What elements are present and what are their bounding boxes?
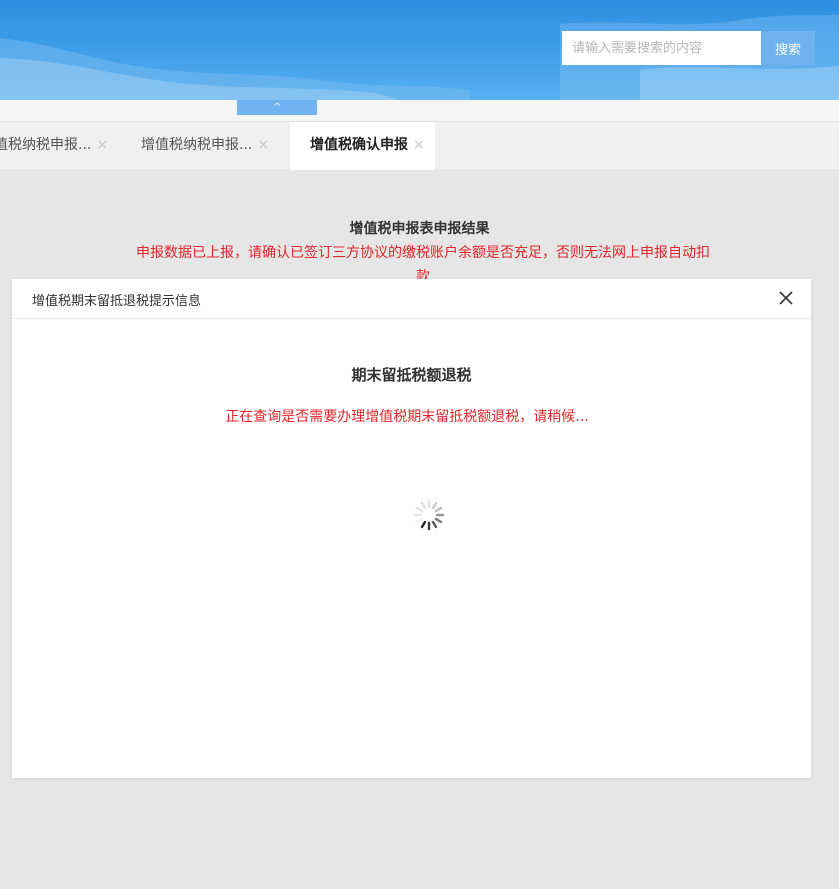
dialog-header: 增值税期末留抵退税提示信息 (12, 279, 811, 319)
result-title: 增值税申报表申报结果 (349, 221, 490, 237)
loading-spinner-icon (411, 497, 447, 533)
search-bar: 搜索 (562, 31, 815, 65)
tab-label: 值税纳税申报... (0, 137, 92, 153)
search-input[interactable] (562, 31, 761, 65)
tab-close-icon[interactable]: × (96, 137, 108, 153)
dialog-heading: 期末留抵税额退税 (351, 366, 472, 384)
search-button[interactable]: 搜索 (761, 31, 815, 65)
page-header: 搜索 (0, 0, 839, 100)
refund-tip-dialog: 增值税期末留抵退税提示信息 期末留抵税额退税 正在查询是否需要办理增值税期末留抵… (12, 279, 811, 778)
tab-close-icon[interactable]: × (257, 137, 269, 153)
tab-vat-return-1[interactable]: 值税纳税申报... × (0, 122, 120, 169)
tab-bar: 值税纳税申报... × 增值税纳税申报... × 增值税确认申报 × (0, 121, 839, 170)
tab-label: 增值税纳税申报... (141, 137, 253, 153)
collapse-header-toggle[interactable]: ^ (237, 100, 317, 115)
dialog-title: 增值税期末留抵退税提示信息 (32, 294, 202, 309)
collapse-bar: ^ (0, 100, 839, 121)
close-icon[interactable] (777, 289, 795, 307)
tab-close-icon[interactable]: × (413, 137, 425, 153)
tab-vat-confirm[interactable]: 增值税确认申报 × (290, 122, 435, 170)
result-message: 申报数据已上报，请确认已签订三方协议的缴税账户余额是否充足，否则无法网上申报自动… (136, 245, 710, 279)
dialog-message: 正在查询是否需要办理增值税期末留抵税额退税，请稍候... (225, 409, 589, 425)
tab-label: 增值税确认申报 (310, 137, 408, 153)
tab-vat-return-2[interactable]: 增值税纳税申报... × (141, 122, 289, 169)
